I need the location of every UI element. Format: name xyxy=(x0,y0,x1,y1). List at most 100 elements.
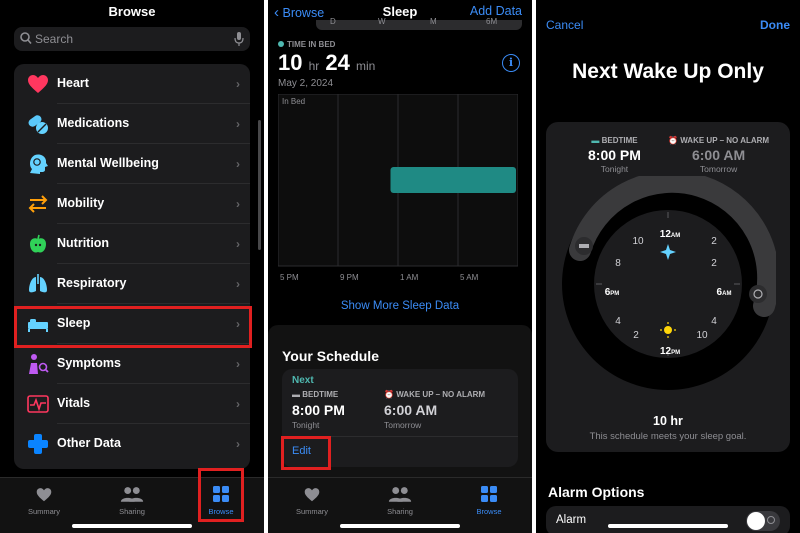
heart-icon xyxy=(304,488,320,502)
category-label: Respiratory xyxy=(57,276,127,290)
tab-sharing[interactable]: Sharing xyxy=(102,484,162,516)
chevron-right-icon: › xyxy=(236,197,240,211)
chevron-right-icon: › xyxy=(236,437,240,451)
alarm-options-heading: Alarm Options xyxy=(548,484,645,500)
tab-summary[interactable]: Summary xyxy=(14,484,74,516)
wake-up-label: ⏰ WAKE UP – NO ALARM xyxy=(668,136,770,145)
wake-up-block: ⏰ WAKE UP – NO ALARM 6:00 AM Tomorrow xyxy=(668,136,769,174)
cancel-button[interactable]: Cancel xyxy=(546,18,583,32)
health-categories-list: Heart › Medications › Mental Wellbeing ›… xyxy=(14,64,250,469)
bed-handle-icon[interactable] xyxy=(575,237,593,255)
bed-icon: ▬ xyxy=(292,390,303,399)
segment-day[interactable]: D xyxy=(330,17,336,26)
home-indicator xyxy=(608,524,728,528)
tab-label: Sharing xyxy=(387,507,413,516)
time-range-segmented-control[interactable]: D W M 6M xyxy=(316,17,522,30)
category-heart[interactable]: Heart › xyxy=(14,64,250,104)
tab-bar: Summary Sharing Browse xyxy=(0,468,264,533)
people-icon xyxy=(388,487,412,502)
bedtime-day: Tonight xyxy=(292,420,320,430)
category-mental-wellbeing[interactable]: Mental Wellbeing › xyxy=(14,144,250,184)
tab-label: Sharing xyxy=(119,507,145,516)
clock-4-label: 4 xyxy=(711,316,717,327)
tab-browse[interactable]: Browse xyxy=(459,484,519,516)
bed-icon: ▬ xyxy=(591,136,602,145)
category-mobility[interactable]: Mobility › xyxy=(14,184,250,224)
segment-six-months[interactable]: 6M xyxy=(486,17,497,26)
bedtime-time: 8:00 PM xyxy=(588,147,641,163)
category-vitals[interactable]: Vitals › xyxy=(14,384,250,424)
edit-highlight-box xyxy=(281,436,331,470)
sleep-duration: 10 hr xyxy=(653,414,683,428)
search-placeholder: Search xyxy=(35,32,74,46)
sleep-schedule-clock-dial[interactable]: 12AM 12PM 6PM 6AM 10 2 8 4 4 2 2 10 xyxy=(560,176,776,392)
home-indicator xyxy=(340,524,460,528)
heart-icon xyxy=(28,75,48,93)
wake-up-time: 6:00 AM xyxy=(691,147,746,163)
page-title: Browse xyxy=(108,4,156,19)
browse-tab-highlight-box xyxy=(198,468,244,522)
lungs-icon xyxy=(29,274,47,293)
arrows-left-right-icon xyxy=(28,195,48,213)
add-data-button[interactable]: Add Data xyxy=(470,4,522,18)
sleep-date: May 2, 2024 xyxy=(278,78,334,89)
category-nutrition[interactable]: Nutrition › xyxy=(14,224,250,264)
plus-cross-icon xyxy=(28,434,48,454)
browse-screen: Browse Search Heart › Medications › Ment… xyxy=(0,0,264,533)
clock-4-left-label: 4 xyxy=(615,316,621,327)
sleep-duration: 10 hr 24 min xyxy=(278,50,376,75)
clock-2-top-label: 2 xyxy=(711,236,717,247)
tab-label: Summary xyxy=(295,507,329,516)
page-title: Next Wake Up Only xyxy=(572,60,764,83)
category-label: Vitals xyxy=(57,396,91,410)
heart-icon xyxy=(36,488,52,502)
vitals-chart-icon xyxy=(27,395,49,413)
category-symptoms[interactable]: Symptoms › xyxy=(14,344,250,384)
your-schedule-heading: Your Schedule xyxy=(282,348,379,364)
tab-label: Summary xyxy=(27,507,61,516)
wake-up-day: Tomorrow xyxy=(699,164,738,174)
bedtime-label: ▬ BEDTIME xyxy=(292,390,339,399)
info-button[interactable]: i xyxy=(502,54,520,72)
done-button[interactable]: Done xyxy=(760,18,790,32)
segment-month[interactable]: M xyxy=(430,17,437,26)
clock-10-label: 10 xyxy=(632,236,644,247)
category-label: Other Data xyxy=(57,436,121,450)
alarm-handle-icon[interactable] xyxy=(749,285,767,303)
teal-dot-icon xyxy=(278,41,284,47)
chevron-right-icon: › xyxy=(236,277,240,291)
chart-x-tick-label: 5 AM xyxy=(460,273,479,282)
chart-x-tick-label: 9 PM xyxy=(340,273,359,282)
category-label: Mobility xyxy=(57,196,105,210)
wake-up-label: ⏰ WAKE UP – NO ALARM xyxy=(384,390,486,399)
clock-10-bottom-label: 10 xyxy=(696,330,708,341)
chevron-right-icon: › xyxy=(236,157,240,171)
category-respiratory[interactable]: Respiratory › xyxy=(14,264,250,304)
show-more-sleep-data-link[interactable]: Show More Sleep Data xyxy=(268,300,532,312)
tab-sharing[interactable]: Sharing xyxy=(370,484,430,516)
people-icon xyxy=(120,487,144,502)
head-profile-icon xyxy=(30,154,48,174)
category-medications[interactable]: Medications › xyxy=(14,104,250,144)
apple-icon xyxy=(30,234,46,253)
chart-x-tick-label: 1 AM xyxy=(400,273,419,282)
tab-label: Browse xyxy=(476,507,502,516)
search-icon xyxy=(20,32,32,45)
scrollbar[interactable] xyxy=(258,120,261,250)
grid-icon xyxy=(481,486,497,502)
segment-week[interactable]: W xyxy=(378,17,386,26)
person-search-icon xyxy=(29,354,49,374)
sleep-goal-message: This schedule meets your sleep goal. xyxy=(589,431,747,442)
category-other-data[interactable]: Other Data › xyxy=(14,424,250,464)
clock-8-label: 8 xyxy=(615,258,621,269)
alarm-clock-icon: ⏰ xyxy=(384,390,397,399)
sleep-screen: ‹ Browse Sleep Add Data D W M 6M TIME IN… xyxy=(268,0,532,533)
time-in-bed-label: TIME IN BED xyxy=(278,40,335,49)
microphone-icon[interactable] xyxy=(234,31,244,47)
home-indicator xyxy=(72,524,192,528)
search-field[interactable]: Search xyxy=(14,27,250,51)
schedule-editor-screen: Cancel Done Next Wake Up Only ▬ BEDTIME … xyxy=(536,0,800,533)
tab-summary[interactable]: Summary xyxy=(282,484,342,516)
alarm-toggle[interactable] xyxy=(746,511,780,531)
pills-icon xyxy=(28,115,48,134)
